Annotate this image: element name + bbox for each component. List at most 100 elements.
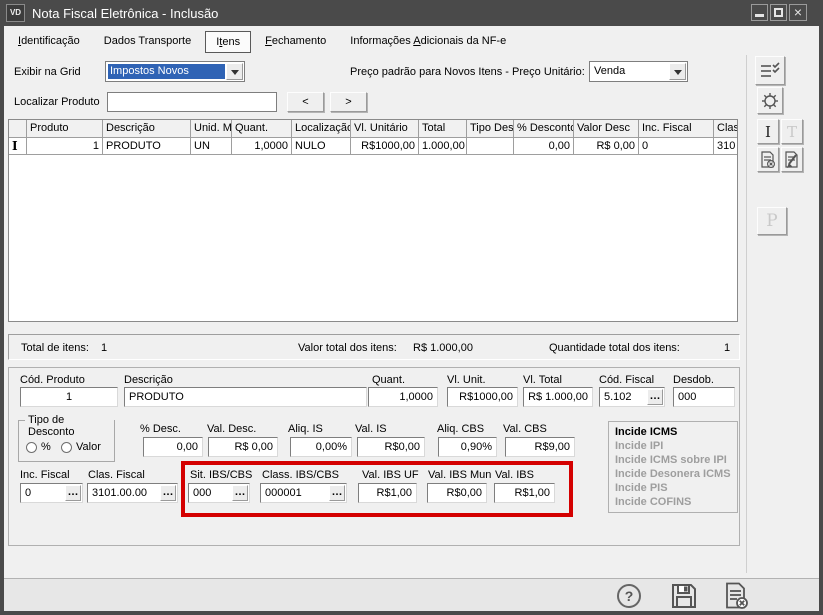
sit-ibs-cbs-lookup-button[interactable]: … [232,485,248,501]
chevron-down-icon[interactable] [226,63,243,80]
page-divider [746,55,747,573]
header-tipo-des[interactable]: Tipo Des [467,120,514,138]
cell-perc-desconto[interactable]: 0,00 [514,138,574,155]
desconto-valor-radio[interactable] [61,442,72,453]
header-total[interactable]: Total [419,120,467,138]
localizar-produto-label: Localizar Produto [14,96,100,108]
print-button: P [757,207,787,235]
vl-unit-field[interactable]: R$1000,00 [447,387,518,407]
help-button[interactable]: ? [617,584,641,608]
cell-vl-unitario[interactable]: R$1000,00 [351,138,419,155]
val-ibs-mun-field[interactable]: R$0,00 [427,483,487,503]
perc-desc-field[interactable]: 0,00 [143,437,203,457]
clas-fiscal-field[interactable]: 3101.00.00 … [87,483,178,503]
header-vl-unitario[interactable]: Vl. Unitário [351,120,419,138]
cell-descricao[interactable]: PRODUTO [103,138,191,155]
class-ibs-cbs-lookup-button[interactable]: … [329,485,345,501]
preco-padrao-select[interactable]: Venda [589,61,688,82]
delete-item-button[interactable] [757,147,779,172]
preco-padrao-value: Venda [592,64,668,79]
grid-header-row: Produto Descrição Unid. Me Quant. Locali… [9,120,737,138]
val-cbs-label: Val. CBS [503,423,547,435]
header-localizacao[interactable]: Localização [292,120,351,138]
tab-identificacao[interactable]: Identificação [8,31,90,53]
val-ibs-mun-label: Val. IBS Mun [428,469,491,481]
inc-fiscal-label: Inc. Fiscal [20,469,70,481]
header-unid-me[interactable]: Unid. Me [191,120,232,138]
italic-button[interactable]: I [757,119,779,144]
header-inc-fiscal[interactable]: Inc. Fiscal [639,120,714,138]
aliq-cbs-label: Aliq. CBS [437,423,484,435]
val-is-field[interactable]: R$0,00 [357,437,425,457]
settings-button[interactable] [757,87,783,114]
edit-item-button[interactable] [781,147,803,172]
inc-fiscal-field[interactable]: 0 … [20,483,83,503]
cell-tipo-des[interactable] [467,138,514,155]
class-ibs-cbs-field[interactable]: 000001 … [260,483,347,503]
preco-padrao-label: Preço padrão para Novos Itens - Preço Un… [350,66,585,78]
cell-inc-fiscal[interactable]: 0 [639,138,714,155]
cod-fiscal-field[interactable]: 5.102 … [599,387,665,407]
cell-total[interactable]: 1.000,00 [419,138,467,155]
vl-total-field[interactable]: R$ 1.000,00 [523,387,593,407]
gear-icon [761,92,779,110]
tab-itens[interactable]: Itens [205,31,251,53]
val-ibs-uf-field[interactable]: R$1,00 [358,483,417,503]
items-grid[interactable]: Produto Descrição Unid. Me Quant. Locali… [8,119,738,322]
row-marker-icon: I [9,138,27,155]
maximize-button[interactable] [770,4,787,21]
table-row[interactable]: I 1 PRODUTO UN 1,0000 NULO R$1000,00 1.0… [9,138,737,155]
header-quant[interactable]: Quant. [232,120,292,138]
cod-produto-field[interactable]: 1 [20,387,118,407]
cell-clas[interactable]: 310 [714,138,737,155]
header-clas[interactable]: Clas [714,120,737,138]
val-ibs-field[interactable]: R$1,00 [494,483,555,503]
multi-select-button[interactable] [755,56,785,85]
document-delete-icon [723,582,750,610]
app-window: VD Nota Fiscal Eletrônica - Inclusão × I… [0,0,823,615]
cod-fiscal-lookup-button[interactable]: … [647,389,663,405]
tab-strip: Identificação Dados Transporte Itens Fec… [8,31,516,53]
header-perc-desconto[interactable]: % Desconto [514,120,574,138]
header-valor-desc[interactable]: Valor Desc [574,120,639,138]
sit-ibs-cbs-field[interactable]: 000 … [188,483,250,503]
save-button[interactable] [671,583,697,609]
cell-unid-me[interactable]: UN [191,138,232,155]
desconto-percent-radio[interactable] [26,442,37,453]
val-ibs-uf-label: Val. IBS UF [362,469,419,481]
clas-fiscal-label: Clas. Fiscal [88,469,145,481]
cell-quant[interactable]: 1,0000 [232,138,292,155]
inc-fiscal-lookup-button[interactable]: … [65,485,81,501]
next-button[interactable]: > [330,92,367,112]
descricao-field[interactable]: PRODUTO [124,387,367,407]
tab-informacoes-adicionais[interactable]: Informações Adicionais da NF-e [340,31,516,53]
previous-button[interactable]: < [287,92,324,112]
cell-produto[interactable]: 1 [27,138,103,155]
aliq-is-field[interactable]: 0,00% [290,437,352,457]
maximize-icon [774,8,783,17]
minimize-button[interactable] [751,4,768,21]
window-title: Nota Fiscal Eletrônica - Inclusão [32,6,218,21]
header-descricao[interactable]: Descrição [103,120,191,138]
val-cbs-field[interactable]: R$9,00 [505,437,575,457]
desdob-field[interactable]: 000 [673,387,735,407]
close-button[interactable]: × [789,4,807,21]
header-produto[interactable]: Produto [27,120,103,138]
incide-icms: Incide ICMS [615,425,731,439]
tipo-desconto-group: Tipo de Desconto % Valor [18,420,115,462]
cell-localizacao[interactable]: NULO [292,138,351,155]
cancel-button[interactable] [723,582,750,610]
valor-total-value: R$ 1.000,00 [413,342,473,354]
incide-pis: Incide PIS [615,481,731,495]
aliq-cbs-field[interactable]: 0,90% [438,437,497,457]
localizar-produto-input[interactable] [107,92,277,112]
clas-fiscal-lookup-button[interactable]: … [160,485,176,501]
quant-field[interactable]: 1,0000 [368,387,438,407]
cell-valor-desc[interactable]: R$ 0,00 [574,138,639,155]
tab-fechamento[interactable]: Fechamento [255,31,336,53]
incide-panel: Incide ICMS Incide IPI Incide ICMS sobre… [608,421,738,513]
tab-dados-transporte[interactable]: Dados Transporte [94,31,201,53]
val-desc-field[interactable]: R$ 0,00 [208,437,278,457]
exibir-grid-select[interactable]: Impostos Novos [105,61,245,82]
chevron-down-icon[interactable] [669,63,686,80]
